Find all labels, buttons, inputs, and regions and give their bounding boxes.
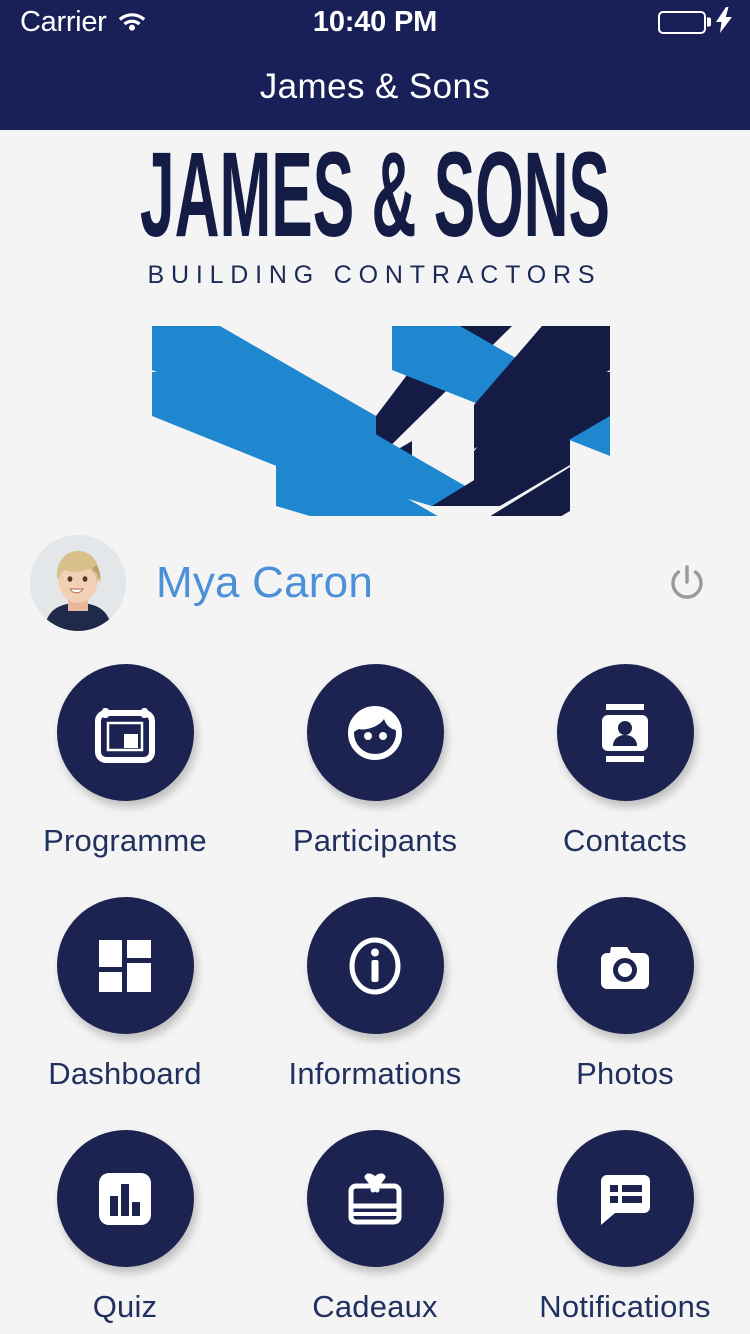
menu-item-notifications[interactable]: Notifications: [500, 1130, 750, 1325]
calendar-icon: [95, 707, 155, 763]
isometric-chevron-logo-mark: [140, 304, 610, 516]
menu-item-participants[interactable]: Participants: [250, 664, 500, 859]
battery-icon: [658, 10, 706, 34]
menu-icon-circle: [556, 664, 694, 801]
menu-icon-circle: [56, 664, 194, 801]
menu-item-contacts[interactable]: Contacts: [500, 664, 750, 859]
face-icon: [348, 705, 402, 760]
info-circle-icon: [349, 937, 401, 994]
menu-item-dashboard[interactable]: Dashboard: [0, 897, 250, 1092]
menu-label: Cadeaux: [312, 1289, 438, 1324]
menu-icon-circle: [306, 897, 444, 1034]
menu-icon-circle: [556, 897, 694, 1034]
menu-label: Notifications: [539, 1289, 711, 1324]
avatar[interactable]: [30, 535, 126, 631]
camera-icon: [601, 946, 649, 989]
logo-wordmark-secondary: BUILDING CONTRACTORS: [148, 261, 603, 289]
user-profile-row[interactable]: Mya Caron: [0, 528, 750, 638]
menu-icon-circle: [56, 897, 194, 1034]
contact-card-icon: [602, 703, 648, 762]
menu-icon-circle: [306, 664, 444, 801]
menu-item-informations[interactable]: Informations: [250, 897, 500, 1092]
menu-label: Participants: [292, 823, 458, 858]
menu-label: Quiz: [92, 1289, 158, 1324]
bar-chart-icon: [99, 1172, 151, 1225]
menu-icon-circle: [306, 1130, 444, 1267]
menu-item-quiz[interactable]: Quiz: [0, 1130, 250, 1325]
grid-tiles-icon: [99, 939, 151, 992]
power-icon[interactable]: [664, 560, 710, 606]
menu-label: Contacts: [563, 823, 687, 858]
speech-bubble-list-icon: [600, 1174, 650, 1225]
status-bar-left: Carrier: [20, 5, 147, 38]
menu-item-programme[interactable]: Programme: [0, 664, 250, 859]
logo-wordmark-primary: JAMES & SONS: [140, 144, 610, 262]
status-bar-right: [658, 0, 732, 44]
menu-item-photos[interactable]: Photos: [500, 897, 750, 1092]
menu-label: Dashboard: [48, 1056, 202, 1091]
page-title: James & Sons: [259, 67, 491, 106]
menu-label: Photos: [576, 1056, 674, 1091]
menu-label: Programme: [43, 823, 207, 858]
menu-grid: Programme Participants Contacts Dashboar…: [0, 664, 750, 1325]
wifi-icon: [117, 9, 147, 36]
menu-item-cadeaux[interactable]: Cadeaux: [250, 1130, 500, 1325]
menu-icon-circle: [556, 1130, 694, 1267]
company-logo: JAMES & SONS BUILDING CONTRACTORS: [0, 130, 750, 516]
user-avatar-photo: [30, 535, 126, 631]
logo-geometry: [140, 304, 610, 516]
logo-wordmark: JAMES & SONS BUILDING CONTRACTORS: [140, 144, 610, 289]
navigation-bar: James & Sons: [0, 44, 750, 130]
app-screen: Carrier 10:40 PM James & Sons JAMES & SO…: [0, 0, 750, 1334]
menu-label: Informations: [288, 1056, 462, 1091]
menu-icon-circle: [56, 1130, 194, 1267]
carrier-label: Carrier: [20, 5, 107, 38]
user-name: Mya Caron: [156, 558, 373, 607]
main-content: JAMES & SONS BUILDING CONTRACTORS Mya Ca…: [0, 130, 750, 1334]
status-bar: Carrier 10:40 PM: [0, 0, 750, 44]
lightning-bolt-icon: [716, 6, 732, 38]
gift-icon: [348, 1173, 402, 1224]
